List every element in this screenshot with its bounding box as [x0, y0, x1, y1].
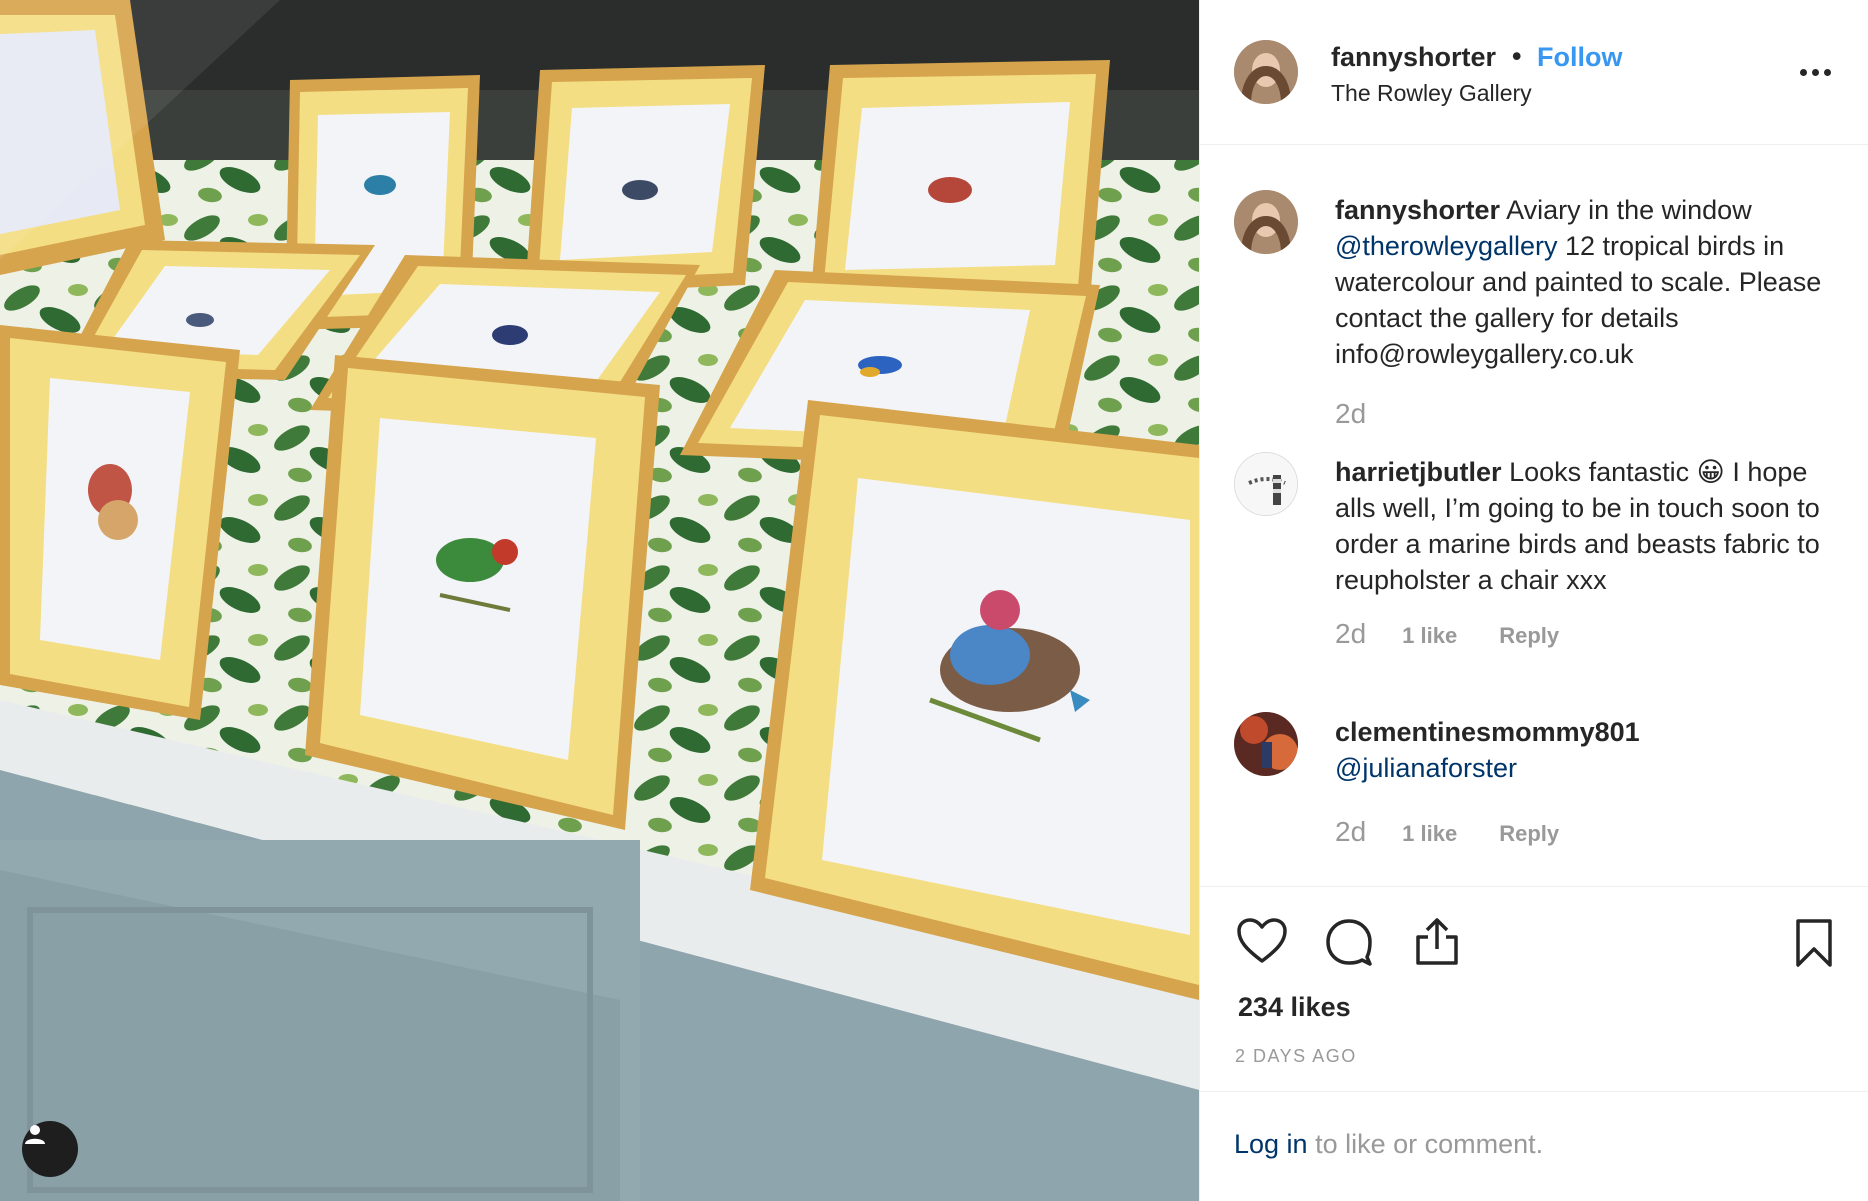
comment-likes-link[interactable]: 1 like [1402, 821, 1457, 847]
grinning-face-emoji: 😀 [1696, 457, 1725, 487]
comment-username[interactable]: fannyshorter [1335, 195, 1500, 225]
bookmark-icon[interactable] [1794, 917, 1834, 969]
shop-window-photo [0, 0, 1199, 1201]
person-icon [25, 1125, 45, 1144]
login-link[interactable]: Log in [1234, 1129, 1308, 1159]
login-prompt-rest: to like or comment. [1307, 1129, 1544, 1159]
post-photo[interactable] [0, 0, 1199, 1201]
comment-age: 2d [1335, 816, 1367, 847]
share-icon[interactable] [1414, 917, 1460, 967]
commenter-avatar[interactable] [1234, 452, 1298, 516]
comment-age: 2d [1335, 618, 1367, 649]
comment-text-part: Aviary in the window [1506, 195, 1752, 225]
post-actions: 234 likes 2 DAYS AGO [1200, 886, 1868, 1091]
separator-dot: • [1512, 41, 1522, 71]
post-timestamp: 2 DAYS AGO [1235, 1046, 1357, 1066]
post-sidebar: fannyshorter • Follow The Rowley Gallery… [1199, 0, 1868, 1201]
location-link[interactable]: The Rowley Gallery [1331, 80, 1532, 107]
mention-link[interactable]: @therowleygallery [1335, 231, 1558, 261]
frame-front-left [0, 325, 240, 720]
heart-icon[interactable] [1236, 917, 1288, 965]
commenter-avatar[interactable] [1234, 190, 1298, 254]
comment-body: harrietjbutler Looks fantastic 😀 I hope … [1335, 454, 1845, 598]
reply-button[interactable]: Reply [1499, 821, 1559, 847]
comment-icon[interactable] [1324, 917, 1374, 967]
author-username[interactable]: fannyshorter [1331, 42, 1496, 73]
comment-username[interactable]: clementinesmommy801 [1335, 717, 1640, 747]
comment-text-part: Looks fantastic [1509, 457, 1697, 487]
comment-username[interactable]: harrietjbutler [1335, 457, 1502, 487]
comment-meta: 2d [1335, 398, 1366, 430]
post-header: fannyshorter • Follow The Rowley Gallery [1200, 0, 1868, 145]
login-prompt-text: Log in to like or comment. [1234, 1129, 1543, 1160]
comment-meta: 2d 1 like Reply [1335, 816, 1559, 848]
reply-button[interactable]: Reply [1499, 623, 1559, 649]
follow-button[interactable]: Follow [1537, 42, 1622, 73]
author-avatar[interactable] [1234, 40, 1298, 104]
login-prompt: Log in to like or comment. [1200, 1091, 1868, 1201]
more-options-icon[interactable] [1800, 60, 1836, 84]
comment-meta: 2d 1 like Reply [1335, 618, 1559, 650]
user-tags-button[interactable] [22, 1121, 78, 1177]
comments-list: fannyshorter Aviary in the window @thero… [1200, 146, 1868, 886]
comment-body: fannyshorter Aviary in the window @thero… [1335, 192, 1845, 372]
comment-age: 2d [1335, 398, 1367, 429]
mention-link[interactable]: @julianaforster [1335, 753, 1517, 783]
likes-count[interactable]: 234 likes [1238, 992, 1351, 1023]
commenter-avatar[interactable] [1234, 712, 1298, 776]
comment-body: clementinesmommy801 @julianaforster [1335, 714, 1845, 786]
frame-front-center [305, 355, 660, 830]
comment-likes-link[interactable]: 1 like [1402, 623, 1457, 649]
